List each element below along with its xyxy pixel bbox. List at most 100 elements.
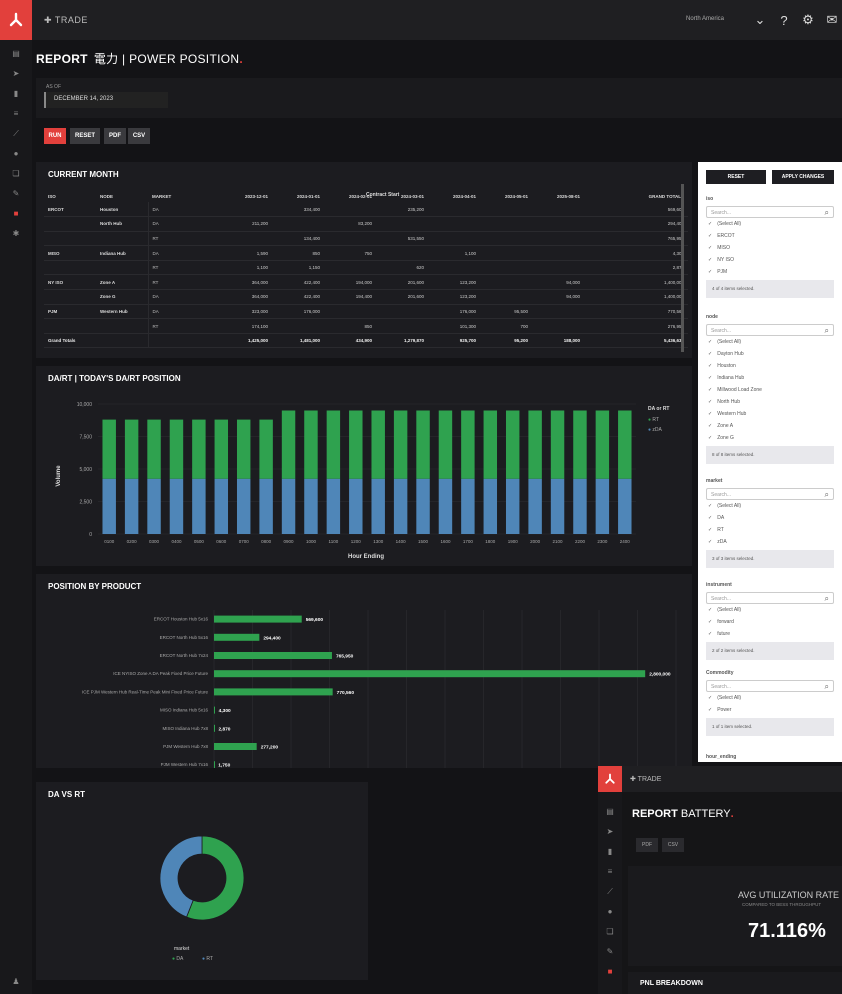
filter-checkbox-item[interactable]: ✓ forward (706, 616, 834, 628)
user-icon[interactable]: ♟ (9, 976, 23, 988)
column-header[interactable]: 2024-05-01 (480, 190, 532, 202)
csv-button[interactable]: CSV (128, 128, 150, 144)
filter-checkbox-item[interactable]: ✓ future (706, 628, 834, 640)
filter-checkbox-item[interactable]: ✓ Western Hub (706, 408, 834, 420)
filter-checkbox-item[interactable]: ✓ PJM (706, 266, 834, 278)
table-cell: ERCOT (44, 202, 96, 218)
filter-search-input[interactable]: Search... ⌕ (706, 324, 834, 336)
table-cell: 1,400,000 (584, 274, 688, 291)
app-logo[interactable] (0, 0, 32, 40)
table-cell: 95,200 (480, 333, 532, 349)
filter-checkbox-item[interactable]: ✓ (Select All) (706, 692, 834, 704)
filter-checkbox-item[interactable]: ✓ Millwood Load Zone (706, 384, 834, 396)
battery-home-icon[interactable]: ▤ (603, 806, 617, 818)
app-title[interactable]: ✚ TRADE (44, 15, 88, 26)
battery-pin-icon[interactable]: ✎ (603, 946, 617, 958)
table-cell: 4,300 (584, 245, 688, 261)
x-tick-label: 0500 (194, 539, 205, 544)
filter-checkbox-item[interactable]: ✓ Zone A (706, 420, 834, 432)
reset-button[interactable]: RESET (70, 128, 100, 144)
send-icon[interactable]: ➤ (9, 68, 23, 80)
battery-copy-icon[interactable]: ❏ (603, 926, 617, 938)
report-icon[interactable]: ■ (9, 208, 23, 220)
region-select[interactable]: North America (686, 16, 724, 22)
battery-chart-icon[interactable]: ▮ (603, 846, 617, 858)
tools-icon[interactable]: ✱ (9, 228, 23, 240)
filter-hour-ending-header[interactable]: hour_ending (706, 754, 834, 760)
pdf-button[interactable]: PDF (104, 128, 126, 144)
column-header[interactable]: 2024-03-01 (376, 190, 428, 202)
table-cell: 123,200 (428, 289, 480, 305)
filter-checkbox-item[interactable]: ✓ Indiana Hub (706, 372, 834, 384)
filter-checkbox-item[interactable]: ✓ DA (706, 512, 834, 524)
product-bar (214, 743, 257, 750)
column-header[interactable]: 2024-02-01 (324, 190, 376, 202)
filter-panel: RESET APPLY CHANGES iso Search... ⌕ ✓ (Selec… (698, 162, 842, 762)
mail-icon[interactable]: ✉ (824, 12, 840, 28)
battery-logo[interactable] (598, 766, 622, 792)
copy-icon[interactable]: ❏ (9, 168, 23, 180)
column-header[interactable]: 2024-01-01 (272, 190, 324, 202)
filter-search-input[interactable]: Search... ⌕ (706, 592, 834, 604)
filter-checkbox-item[interactable]: ✓ MISO (706, 242, 834, 254)
filter-item-label: DA (717, 515, 725, 521)
table-cell: Zone A (96, 274, 148, 291)
column-header[interactable]: 2023-12-01 (220, 190, 272, 202)
filter-checkbox-item[interactable]: ✓ zDA (706, 536, 834, 548)
product-bar (214, 633, 260, 641)
table-cell (324, 260, 376, 276)
product-label: MISO Indiana Hub 7x8 (162, 726, 208, 731)
table-scrollbar[interactable] (681, 184, 684, 352)
table-cell: DA (147, 202, 220, 218)
filter-search-input[interactable]: Search... ⌕ (706, 680, 834, 692)
bar-rt (483, 410, 498, 479)
filter-checkbox-item[interactable]: ✓ (Select All) (706, 336, 834, 348)
filter-checkbox-item[interactable]: ✓ North Hub (706, 396, 834, 408)
battery-pdf-button[interactable]: PDF (636, 838, 658, 852)
battery-trend-icon[interactable]: ⟋ (603, 886, 617, 898)
battery-app-title[interactable]: ✚ TRADE (630, 775, 661, 783)
battery-report-icon[interactable]: ■ (603, 966, 617, 978)
filter-search-input[interactable]: Search... ⌕ (706, 206, 834, 218)
filter-checkbox-item[interactable]: ✓ (Select All) (706, 500, 834, 512)
filter-reset-button[interactable]: RESET (706, 170, 766, 184)
y-tick-label: 0 (89, 532, 92, 538)
battery-csv-button[interactable]: CSV (662, 838, 684, 852)
check-icon: ✓ (708, 257, 713, 263)
list-icon[interactable]: ≡ (9, 108, 23, 120)
column-header[interactable]: 2024-04-01 (428, 190, 480, 202)
trend-icon[interactable]: ⟋ (9, 128, 23, 140)
filter-checkbox-item[interactable]: ✓ RT (706, 524, 834, 536)
dropdown-icon[interactable]: ⌄ (752, 12, 768, 28)
filter-search-input[interactable]: Search... ⌕ (706, 488, 834, 500)
pin-icon[interactable]: ✎ (9, 188, 23, 200)
battery-send-icon[interactable]: ➤ (603, 826, 617, 838)
bar-rt (438, 410, 453, 479)
home-icon[interactable]: ▤ (9, 48, 23, 60)
filter-checkbox-item[interactable]: ✓ ERCOT (706, 230, 834, 242)
settings-icon[interactable]: ⚙ (800, 12, 816, 28)
gear-icon[interactable]: ● (9, 148, 23, 160)
product-label: MISO Indiana Hub 5x16 (160, 708, 209, 713)
column-header[interactable]: GRAND TOTALS (584, 190, 688, 202)
filter-checkbox-item[interactable]: ✓ Zone G (706, 432, 834, 444)
column-header[interactable]: ISO (44, 190, 96, 202)
chart-icon[interactable]: ▮ (9, 88, 23, 100)
pie-legend-da: ● DA (172, 956, 184, 962)
column-header[interactable]: 2025-08-01 (532, 190, 584, 202)
filter-checkbox-item[interactable]: ✓ Dayton Hub (706, 348, 834, 360)
filter-checkbox-item[interactable]: ✓ Power (706, 704, 834, 716)
column-header[interactable]: MARKET (148, 190, 220, 202)
filter-checkbox-item[interactable]: ✓ Houston (706, 360, 834, 372)
apply-changes-button[interactable]: APPLY CHANGES (772, 170, 834, 184)
battery-gear-icon[interactable]: ● (603, 906, 617, 918)
as-of-date-field[interactable]: DECEMBER 14, 2023 (44, 92, 168, 108)
run-button[interactable]: RUN (44, 128, 66, 144)
filter-checkbox-item[interactable]: ✓ (Select All) (706, 604, 834, 616)
help-icon[interactable]: ? (776, 12, 792, 28)
battery-sidebar: ▤ ➤ ▮ ≡ ⟋ ● ❏ ✎ ■ (598, 792, 622, 994)
column-header[interactable]: NODE (96, 190, 148, 202)
battery-list-icon[interactable]: ≡ (603, 866, 617, 878)
filter-checkbox-item[interactable]: ✓ (Select All) (706, 218, 834, 230)
filter-checkbox-item[interactable]: ✓ NY ISO (706, 254, 834, 266)
